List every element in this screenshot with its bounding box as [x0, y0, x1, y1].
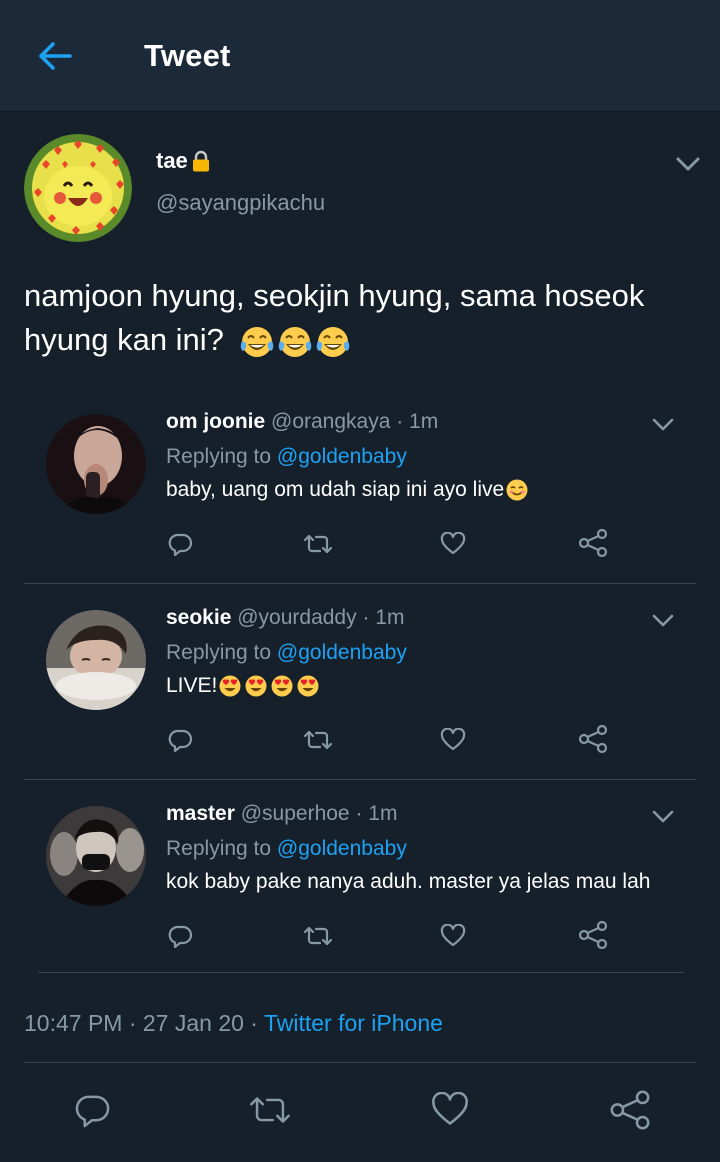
heart-eyes-icon — [219, 675, 241, 697]
like-button[interactable] — [436, 528, 470, 560]
retweet-icon — [303, 534, 333, 554]
comment-icon — [168, 729, 193, 752]
reply-options-button[interactable] — [650, 806, 676, 828]
author-name-text: tae — [156, 148, 188, 173]
share-icon — [578, 920, 608, 950]
reply-text-content: LIVE! — [166, 674, 218, 697]
back-button[interactable] — [30, 34, 80, 78]
mention-link[interactable]: @goldenbaby — [277, 837, 407, 860]
tweet-options-button[interactable] — [674, 152, 702, 176]
reply-header: om joonie @orangkaya · 1m — [166, 410, 438, 434]
share-icon — [610, 1090, 650, 1130]
reply-author-name[interactable]: master — [166, 802, 235, 825]
top-app-bar: Tweet — [0, 0, 720, 112]
reply-options-button[interactable] — [650, 610, 676, 632]
replying-to: Replying to @goldenbaby — [166, 641, 407, 665]
tweet-author-handle[interactable]: @sayangpikachu — [156, 190, 325, 216]
like-button[interactable] — [436, 920, 470, 952]
retweet-icon — [250, 1097, 290, 1123]
tweet-text: namjoon hyung, seokjin hyung, sama hoseo… — [24, 274, 694, 362]
retweet-button[interactable] — [298, 528, 338, 560]
reply-text: LIVE! — [166, 674, 320, 698]
replying-to-label: Replying to — [166, 837, 277, 860]
retweet-icon — [303, 926, 333, 946]
reply-button[interactable] — [162, 724, 198, 756]
page-title: Tweet — [144, 38, 231, 73]
like-button[interactable] — [428, 1088, 472, 1132]
reply-tweet[interactable]: master @superhoe · 1m Replying to @golde… — [24, 780, 696, 976]
tweet-timestamp: 10:47 PM · 27 Jan 20 · Twitter for iPhon… — [24, 1010, 443, 1037]
reply-text: kok baby pake nanya aduh. master ya jela… — [166, 870, 650, 894]
share-button[interactable] — [606, 1086, 654, 1134]
like-button[interactable] — [436, 724, 470, 756]
avatar[interactable] — [46, 610, 146, 710]
retweet-button[interactable] — [298, 724, 338, 756]
heart-icon — [432, 1092, 468, 1125]
retweet-icon — [303, 730, 333, 750]
comment-icon — [168, 533, 193, 556]
retweet-button[interactable] — [244, 1088, 296, 1132]
comment-icon — [75, 1095, 110, 1128]
reply-button[interactable] — [162, 528, 198, 560]
reply-handle-time: @orangkaya · 1m — [265, 410, 439, 433]
tweet-source-link[interactable]: Twitter for iPhone — [264, 1010, 443, 1036]
share-button[interactable] — [576, 918, 610, 952]
reply-tweet[interactable]: seokie @yourdaddy · 1m Replying to @gold… — [24, 584, 696, 780]
mention-link[interactable]: @goldenbaby — [277, 445, 407, 468]
reply-text-content: kok baby pake nanya aduh. master ya jela… — [166, 870, 651, 893]
share-button[interactable] — [576, 526, 610, 560]
arrow-left-icon — [39, 42, 72, 70]
quoted-replies-divider — [38, 972, 684, 973]
face-with-tears-of-joy-icon — [240, 326, 273, 357]
reply-handle-time: @yourdaddy · 1m — [231, 606, 405, 629]
reply-button[interactable] — [162, 920, 198, 952]
replying-to-label: Replying to — [166, 641, 277, 664]
chevron-down-icon — [652, 810, 674, 823]
share-icon — [578, 724, 608, 754]
avatar[interactable] — [46, 806, 146, 906]
reply-button[interactable] — [70, 1088, 114, 1132]
reply-handle-time: @superhoe · 1m — [234, 802, 398, 825]
face-with-tears-of-joy-icon — [278, 326, 311, 357]
reply-header: seokie @yourdaddy · 1m — [166, 606, 404, 630]
chevron-down-icon — [676, 157, 700, 171]
heart-eyes-icon — [271, 675, 293, 697]
timestamp-divider — [24, 1062, 696, 1063]
face-with-tears-of-joy-icon — [316, 326, 349, 357]
avatar[interactable] — [46, 414, 146, 514]
replying-to: Replying to @goldenbaby — [166, 445, 407, 469]
share-button[interactable] — [576, 722, 610, 756]
chevron-down-icon — [652, 418, 674, 431]
share-icon — [578, 528, 608, 558]
smiling-face-icon — [506, 479, 528, 501]
avatar[interactable] — [24, 134, 132, 242]
reply-tweet[interactable]: om joonie @orangkaya · 1m Replying to @g… — [24, 388, 696, 584]
tweet-action-bar — [0, 1068, 720, 1158]
timestamp-text: 10:47 PM · 27 Jan 20 · — [24, 1010, 264, 1036]
reply-options-button[interactable] — [650, 414, 676, 436]
tweet-emoji-row — [239, 324, 351, 360]
tweet-author-name[interactable]: tae — [156, 148, 210, 174]
heart-eyes-icon — [245, 675, 267, 697]
heart-eyes-icon — [297, 675, 319, 697]
retweet-button[interactable] — [298, 920, 338, 952]
comment-icon — [168, 925, 193, 948]
lock-icon — [192, 150, 209, 172]
reply-header: master @superhoe · 1m — [166, 802, 397, 826]
heart-icon — [440, 532, 466, 555]
replying-to-label: Replying to — [166, 445, 277, 468]
reply-author-name[interactable]: om joonie — [166, 410, 265, 433]
reply-text: baby, uang om udah siap ini ayo live — [166, 478, 529, 502]
replying-to: Replying to @goldenbaby — [166, 837, 407, 861]
mention-link[interactable]: @goldenbaby — [277, 641, 407, 664]
reply-text-content: baby, uang om udah siap ini ayo live — [166, 478, 505, 501]
reply-author-name[interactable]: seokie — [166, 606, 231, 629]
heart-icon — [440, 924, 466, 947]
heart-icon — [440, 728, 466, 751]
chevron-down-icon — [652, 614, 674, 627]
